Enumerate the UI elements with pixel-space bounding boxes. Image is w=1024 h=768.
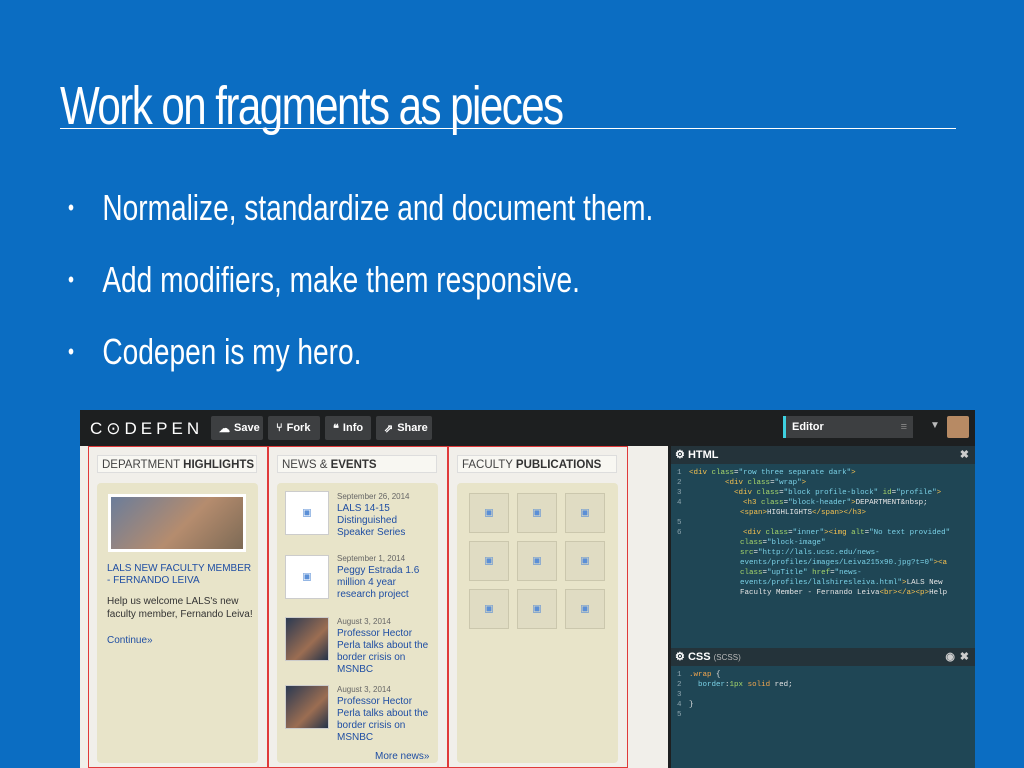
publication-thumb[interactable]: ▣ [469,589,509,629]
broken-image-icon: ▣ [532,507,542,519]
dropdown-arrow-icon[interactable]: ▼ [930,420,940,431]
share-button[interactable]: ⇗ Share [376,416,432,440]
news-link[interactable]: Professor Hector Perla talks about the b… [337,628,433,676]
save-button[interactable]: ☁ Save [211,416,263,440]
share-icon: ⇗ [384,422,394,435]
gear-icon[interactable]: ⚙ [675,449,685,461]
news-column: NEWS & EVENTS ▣ September 26, 2014 LALS … [268,446,448,768]
info-button[interactable]: ❝ Info [325,416,371,440]
publication-thumb[interactable]: ▣ [517,589,557,629]
publication-thumb[interactable]: ▣ [469,493,509,533]
department-column: DEPARTMENT HIGHLIGHTS LALS NEW FACULTY M… [88,446,268,768]
menu-lines-icon: ≡ [900,421,907,433]
news-card: ▣ September 26, 2014 LALS 14-15 Distingu… [277,483,438,763]
news-photo [285,617,329,661]
broken-image-icon: ▣ [302,571,312,583]
html-code[interactable]: 1 <div class="row three separate dark"> 2… [677,468,950,598]
publication-thumb[interactable]: ▣ [517,493,557,533]
publications-card: ▣ ▣ ▣ ▣ ▣ ▣ ▣ ▣ ▣ [457,483,618,763]
publications-column: FACULTY PUBLICATIONS ▣ ▣ ▣ ▣ ▣ ▣ ▣ ▣ ▣ [448,446,628,768]
broken-image-icon: ▣ [532,555,542,567]
fork-button[interactable]: ⑂ Fork [268,416,320,440]
gear-icon[interactable]: ⚙ [675,651,685,663]
news-photo [285,685,329,729]
css-code[interactable]: 1 .wrap { 2 border:1px solid red; 3 4} 5 [677,670,793,720]
news-link[interactable]: Professor Hector Perla talks about the b… [337,696,433,744]
close-icon[interactable]: ✖ [960,648,969,666]
news-link[interactable]: LALS 14-15 Distinguished Speaker Series [337,503,433,539]
broken-image-icon: ▣ [532,603,542,615]
news-thumb: ▣ [285,555,329,599]
faculty-card: LALS NEW FACULTY MEMBER - FERNANDO LEIVA… [97,483,258,763]
eye-icon[interactable]: ◉ [945,648,955,666]
bullet-item: • Add modifiers, make them responsive. [68,259,580,300]
html-panel-header: ⚙ HTML ✖ [671,446,975,464]
user-avatar[interactable] [947,416,969,438]
slide-title: Work on fragments as pieces [60,76,564,136]
publication-thumb[interactable]: ▣ [469,541,509,581]
close-icon[interactable]: ✖ [960,446,969,464]
fork-icon: ⑂ [276,422,283,434]
publication-thumb[interactable]: ▣ [565,541,605,581]
news-link[interactable]: Peggy Estrada 1.6 million 4 year researc… [337,565,433,601]
bullet-item: • Codepen is my hero. [68,331,362,372]
editor-panels: ⚙ HTML ✖ 1 <div class="row three separate… [671,446,975,768]
editor-view-select[interactable]: Editor ≡ [783,416,913,438]
faculty-photo [108,494,246,552]
broken-image-icon: ▣ [484,603,494,615]
publications-header: FACULTY PUBLICATIONS [457,455,617,473]
broken-image-icon: ▣ [484,507,494,519]
continue-link[interactable]: Continue» [107,635,153,646]
faculty-title-link[interactable]: LALS NEW FACULTY MEMBER - FERNANDO LEIVA [107,563,255,587]
css-panel-header: ⚙ CSS (SCSS) ✖ ◉ [671,648,975,666]
preview-pane: DEPARTMENT HIGHLIGHTS LALS NEW FACULTY M… [80,446,668,768]
publication-thumb[interactable]: ▣ [517,541,557,581]
broken-image-icon: ▣ [302,507,312,519]
more-news-link[interactable]: More news» [375,751,429,762]
broken-image-icon: ▣ [484,555,494,567]
cloud-icon: ☁ [219,422,230,435]
news-thumb: ▣ [285,491,329,535]
news-header: NEWS & EVENTS [277,455,437,473]
broken-image-icon: ▣ [580,603,590,615]
department-header: DEPARTMENT HIGHLIGHTS [97,455,257,473]
quote-icon: ❝ [333,422,339,435]
broken-image-icon: ▣ [580,555,590,567]
codepen-logo[interactable]: C⊙DEPEN [90,419,203,439]
faculty-body: Help us welcome LALS's new faculty membe… [107,596,253,620]
broken-image-icon: ▣ [580,507,590,519]
title-rule [60,128,956,129]
publication-thumb[interactable]: ▣ [565,493,605,533]
bullet-list: • Normalize, standardize and document the… [68,190,818,406]
bullet-dot: • [68,339,75,364]
bullet-dot: • [68,267,75,292]
bullet-item: • Normalize, standardize and document the… [68,187,654,228]
codepen-toolbar: C⊙DEPEN ☁ Save ⑂ Fork ❝ Info ⇗ Share Editor ≡… [80,410,975,446]
bullet-dot: • [68,195,75,220]
publication-thumb[interactable]: ▣ [565,589,605,629]
codepen-window: C⊙DEPEN ☁ Save ⑂ Fork ❝ Info ⇗ Share Editor ≡… [80,410,975,768]
